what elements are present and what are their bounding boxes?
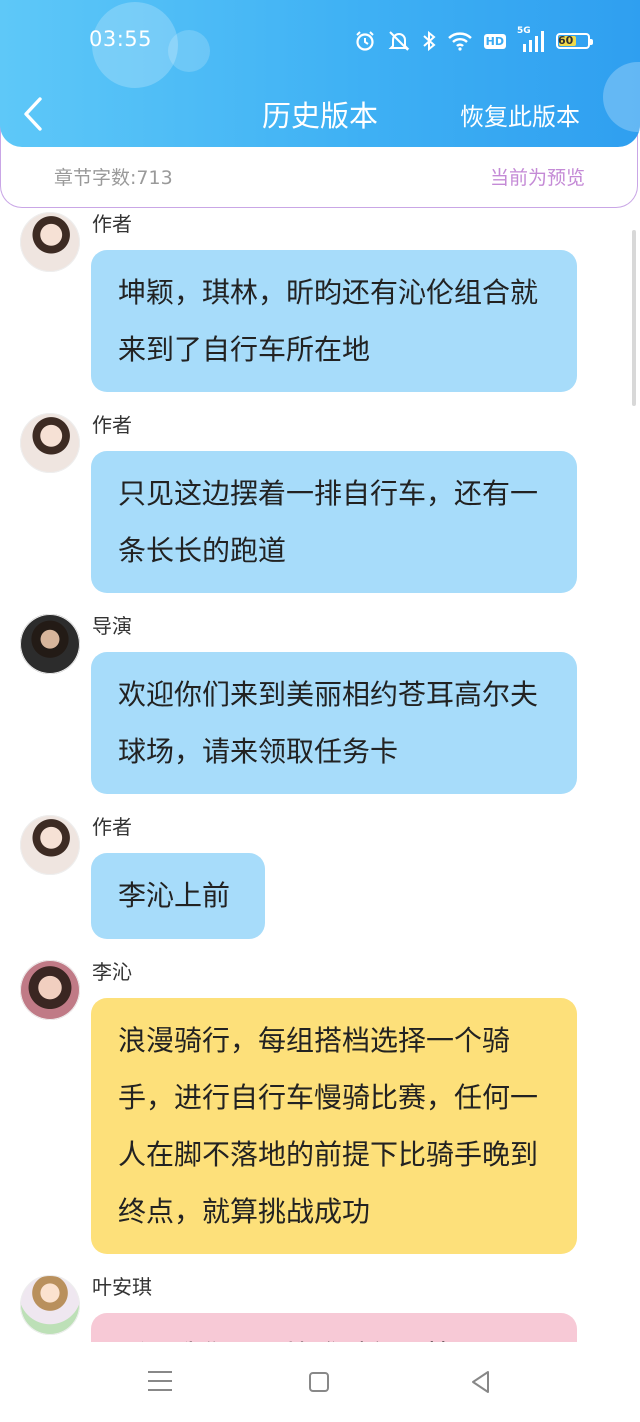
sender-name: 作者	[92, 212, 132, 236]
system-nav-bar	[0, 1342, 640, 1422]
battery-icon: 60	[556, 33, 593, 49]
sender-name: 作者	[92, 815, 132, 839]
message-bubble: 李沁上前	[91, 853, 265, 939]
bluetooth-icon	[422, 30, 436, 52]
preview-status: 当前为预览	[489, 167, 585, 189]
scrollbar[interactable]	[632, 230, 636, 406]
home-button[interactable]	[309, 1372, 329, 1392]
avatar[interactable]	[20, 815, 80, 875]
avatar[interactable]	[20, 212, 80, 272]
signal-icon: 5G	[517, 26, 545, 52]
message-bubble: 只见这边摆着一排自行车，还有一条长长的跑道	[91, 451, 577, 593]
system-back-button[interactable]	[470, 1370, 490, 1394]
hd-icon: HD	[483, 33, 506, 49]
status-time: 03:55	[89, 27, 153, 51]
sender-name: 叶安琪	[92, 1275, 152, 1299]
word-count: 章节字数:713	[54, 167, 173, 189]
restore-version-button[interactable]: 恢复此版本	[460, 97, 580, 132]
message-bubble: 欢迎你们来到美丽相约苍耳高尔夫球场，请来领取任务卡	[91, 652, 577, 794]
avatar[interactable]	[20, 960, 80, 1020]
message-list[interactable]: 作者 坤颖，琪林，昕昀还有沁伦组合就来到了自行车所在地 作者 只见这边摆着一排自…	[0, 208, 640, 1342]
recent-apps-button[interactable]	[148, 1371, 172, 1393]
sender-name: 李沁	[92, 960, 132, 984]
avatar[interactable]	[20, 1275, 80, 1335]
alarm-icon	[354, 30, 376, 52]
message-bubble: 所以我们是要比谁骑得更快一下	[91, 1313, 577, 1342]
decor-bubble	[168, 30, 210, 72]
triangle-back-icon	[472, 1371, 489, 1393]
avatar[interactable]	[20, 614, 80, 674]
battery-level: 60	[558, 34, 574, 47]
avatar[interactable]	[20, 413, 80, 473]
mute-icon	[387, 30, 411, 52]
app-header: 03:55 HD 5G 60 历史版本 恢复此版本	[0, 0, 640, 147]
status-icons: HD 5G 60	[354, 26, 593, 55]
sender-name: 导演	[92, 614, 132, 638]
wifi-icon	[447, 31, 473, 51]
message-bubble: 浪漫骑行，每组搭档选择一个骑手，进行自行车慢骑比赛，任何一人在脚不落地的前提下比…	[91, 998, 577, 1254]
network-type: 5G	[517, 26, 531, 36]
message-bubble: 坤颖，琪林，昕昀还有沁伦组合就来到了自行车所在地	[91, 250, 577, 392]
sender-name: 作者	[92, 413, 132, 437]
